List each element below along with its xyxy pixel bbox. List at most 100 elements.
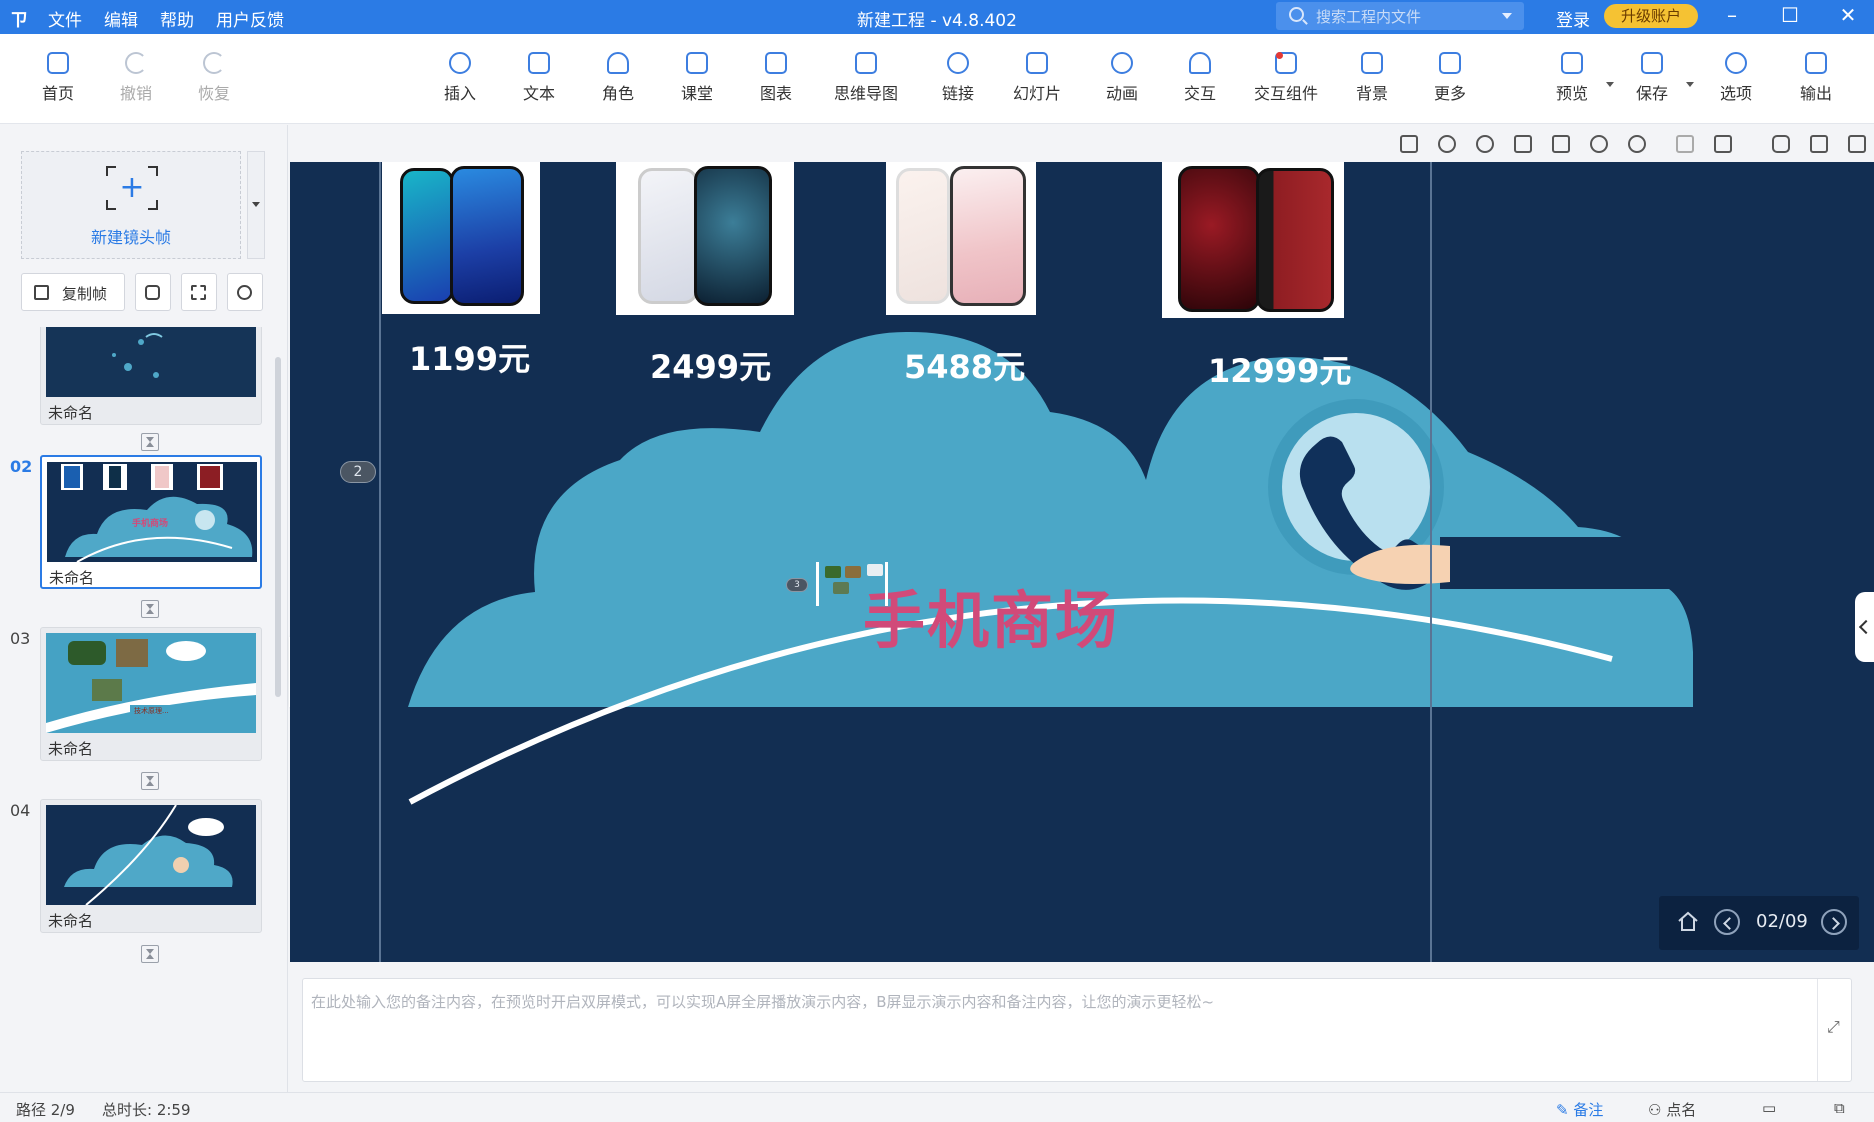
zoom-in-icon[interactable] bbox=[1590, 135, 1608, 153]
frame-panel: 新建镜头帧 复制帧 未命名 02 bbox=[0, 125, 288, 1092]
chevron-down-icon[interactable] bbox=[1502, 13, 1512, 19]
slide-headline[interactable]: 手机商场 bbox=[863, 570, 1119, 660]
copy-icon[interactable] bbox=[1514, 135, 1532, 153]
text-button[interactable]: 文本 bbox=[503, 52, 575, 104]
thumbnail-frame-1[interactable]: 未命名 bbox=[40, 327, 262, 425]
login-button[interactable]: 登录 bbox=[1556, 6, 1590, 31]
interaction-widget-label: 交互组件 bbox=[1253, 84, 1318, 103]
chevron-down-icon[interactable] bbox=[1686, 82, 1694, 87]
minimize-icon[interactable]: – bbox=[1712, 0, 1752, 34]
preview-button[interactable]: 预览 bbox=[1536, 52, 1614, 104]
role-button[interactable]: 角色 bbox=[582, 52, 654, 104]
slides-button[interactable]: 幻灯片 bbox=[1001, 52, 1073, 104]
mini-frame-preview[interactable] bbox=[816, 562, 888, 606]
lock-icon[interactable] bbox=[1714, 135, 1732, 153]
frame-badge-main[interactable]: 2 bbox=[340, 461, 376, 483]
options-label: 选项 bbox=[1719, 84, 1752, 103]
phone-image-3[interactable] bbox=[886, 162, 1036, 315]
notes-input[interactable] bbox=[303, 979, 1817, 1081]
price-label-1[interactable]: 1199元 bbox=[409, 334, 530, 380]
menu-help[interactable]: 帮助 bbox=[160, 6, 194, 31]
thumbnail-frame-4[interactable]: 未命名 bbox=[40, 799, 262, 933]
rollcall-button[interactable]: ⚇ 点名 bbox=[1648, 1099, 1696, 1120]
price-label-2[interactable]: 2499元 bbox=[650, 342, 771, 388]
menu-file[interactable]: 文件 bbox=[48, 6, 82, 31]
screenshot-settings-icon[interactable] bbox=[1810, 135, 1828, 153]
price-label-4[interactable]: 12999元 bbox=[1208, 346, 1351, 392]
close-icon[interactable]: ✕ bbox=[1828, 0, 1868, 34]
redo-button[interactable]: 恢复 bbox=[178, 52, 250, 104]
mindmap-button[interactable]: 思维导图 bbox=[830, 52, 902, 104]
screen-mode-icon[interactable]: ▭ bbox=[1762, 1099, 1776, 1117]
home-icon[interactable] bbox=[1677, 910, 1699, 932]
thumbnail-scrollbar[interactable] bbox=[275, 357, 281, 697]
menu-edit[interactable]: 编辑 bbox=[104, 6, 138, 31]
hand-pointer-icon bbox=[1189, 52, 1211, 74]
background-button[interactable]: 背景 bbox=[1336, 52, 1408, 104]
paste-icon[interactable] bbox=[1552, 135, 1570, 153]
thumbnail-number: 02 bbox=[10, 457, 33, 476]
link-button[interactable]: 链接 bbox=[922, 52, 994, 104]
export-button[interactable]: 输出 bbox=[1780, 52, 1852, 104]
slide-stage[interactable]: 1199元 2499元 5488元 12999元 手机商场 2 3 02/09 bbox=[290, 162, 1874, 962]
new-frame-button[interactable]: 新建镜头帧 bbox=[21, 151, 241, 259]
tap-widget-icon bbox=[1275, 52, 1297, 74]
undo-button[interactable]: 撤销 bbox=[100, 52, 172, 104]
prev-page-icon[interactable] bbox=[1714, 909, 1740, 935]
rollcall-label: 点名 bbox=[1666, 1101, 1697, 1119]
transition-hourglass-icon[interactable] bbox=[141, 772, 159, 790]
camera-icon[interactable] bbox=[1772, 135, 1790, 153]
phone-image-2[interactable] bbox=[616, 162, 794, 315]
redo-icon bbox=[203, 52, 225, 74]
classroom-button[interactable]: 课堂 bbox=[661, 52, 733, 104]
bar-chart-icon bbox=[765, 52, 787, 74]
mindmap-label: 思维导图 bbox=[833, 84, 898, 103]
redo-label: 恢复 bbox=[197, 84, 230, 103]
snapshot-button[interactable] bbox=[135, 273, 171, 311]
animation-button[interactable]: 动画 bbox=[1086, 52, 1158, 104]
window-mode-icon[interactable]: ⧉ bbox=[1834, 1099, 1845, 1117]
align-left-icon[interactable] bbox=[1676, 135, 1694, 153]
home-icon[interactable] bbox=[1400, 135, 1418, 153]
app-logo-icon: ㄗ bbox=[10, 10, 28, 31]
transition-hourglass-icon[interactable] bbox=[141, 945, 159, 963]
phone-image-4[interactable] bbox=[1162, 162, 1344, 318]
mindmap-icon bbox=[855, 52, 877, 74]
home-button[interactable]: 首页 bbox=[22, 52, 94, 104]
insert-button[interactable]: 插入 bbox=[424, 52, 496, 104]
menu-feedback[interactable]: 用户反馈 bbox=[216, 6, 284, 31]
price-label-3[interactable]: 5488元 bbox=[904, 342, 1025, 388]
more-button[interactable]: 更多 bbox=[1414, 52, 1486, 104]
zoom-out-icon[interactable] bbox=[1628, 135, 1646, 153]
upgrade-button[interactable]: 升级账户 bbox=[1604, 4, 1698, 28]
copy-frame-button[interactable]: 复制帧 bbox=[21, 273, 125, 311]
rotate-right-icon[interactable] bbox=[1476, 135, 1494, 153]
chevron-down-icon[interactable] bbox=[1606, 82, 1614, 87]
thumbnail-frame-2[interactable]: 手机商场 未命名 bbox=[40, 455, 262, 589]
collapse-right-panel-button[interactable] bbox=[1855, 592, 1874, 662]
save-button[interactable]: 保存 bbox=[1616, 52, 1694, 104]
chart-button[interactable]: 图表 bbox=[740, 52, 812, 104]
phone-image-1[interactable] bbox=[382, 162, 540, 314]
search-input[interactable]: 搜索工程内文件 bbox=[1276, 2, 1524, 30]
expand-notes-icon[interactable] bbox=[1817, 979, 1851, 1081]
transition-hourglass-icon[interactable] bbox=[141, 600, 159, 618]
rotate-left-icon[interactable] bbox=[1438, 135, 1456, 153]
frame-badge-small[interactable]: 3 bbox=[786, 578, 808, 592]
camera-icon bbox=[145, 285, 160, 300]
fit-frame-button[interactable] bbox=[181, 273, 217, 311]
next-page-icon[interactable] bbox=[1821, 909, 1847, 935]
transition-hourglass-icon[interactable] bbox=[141, 433, 159, 451]
new-frame-dropdown[interactable] bbox=[247, 151, 265, 259]
thumbnail-frame-3[interactable]: 技术原理... 未命名 bbox=[40, 627, 262, 761]
transition-button[interactable] bbox=[227, 273, 263, 311]
title-bar: ㄗ 文件 编辑 帮助 用户反馈 新建工程 - v4.8.402 搜索工程内文件 … bbox=[0, 0, 1874, 34]
interaction-widget-button[interactable]: 交互组件 bbox=[1248, 52, 1324, 104]
interaction-button[interactable]: 交互 bbox=[1164, 52, 1236, 104]
undo-label: 撤销 bbox=[119, 84, 152, 103]
options-button[interactable]: 选项 bbox=[1700, 52, 1772, 104]
edit-icon[interactable] bbox=[1848, 135, 1866, 153]
notes-toggle-button[interactable]: ✎ 备注 bbox=[1556, 1099, 1603, 1120]
maximize-icon[interactable]: ☐ bbox=[1770, 0, 1810, 34]
page-indicator: 02/09 bbox=[1756, 911, 1808, 932]
